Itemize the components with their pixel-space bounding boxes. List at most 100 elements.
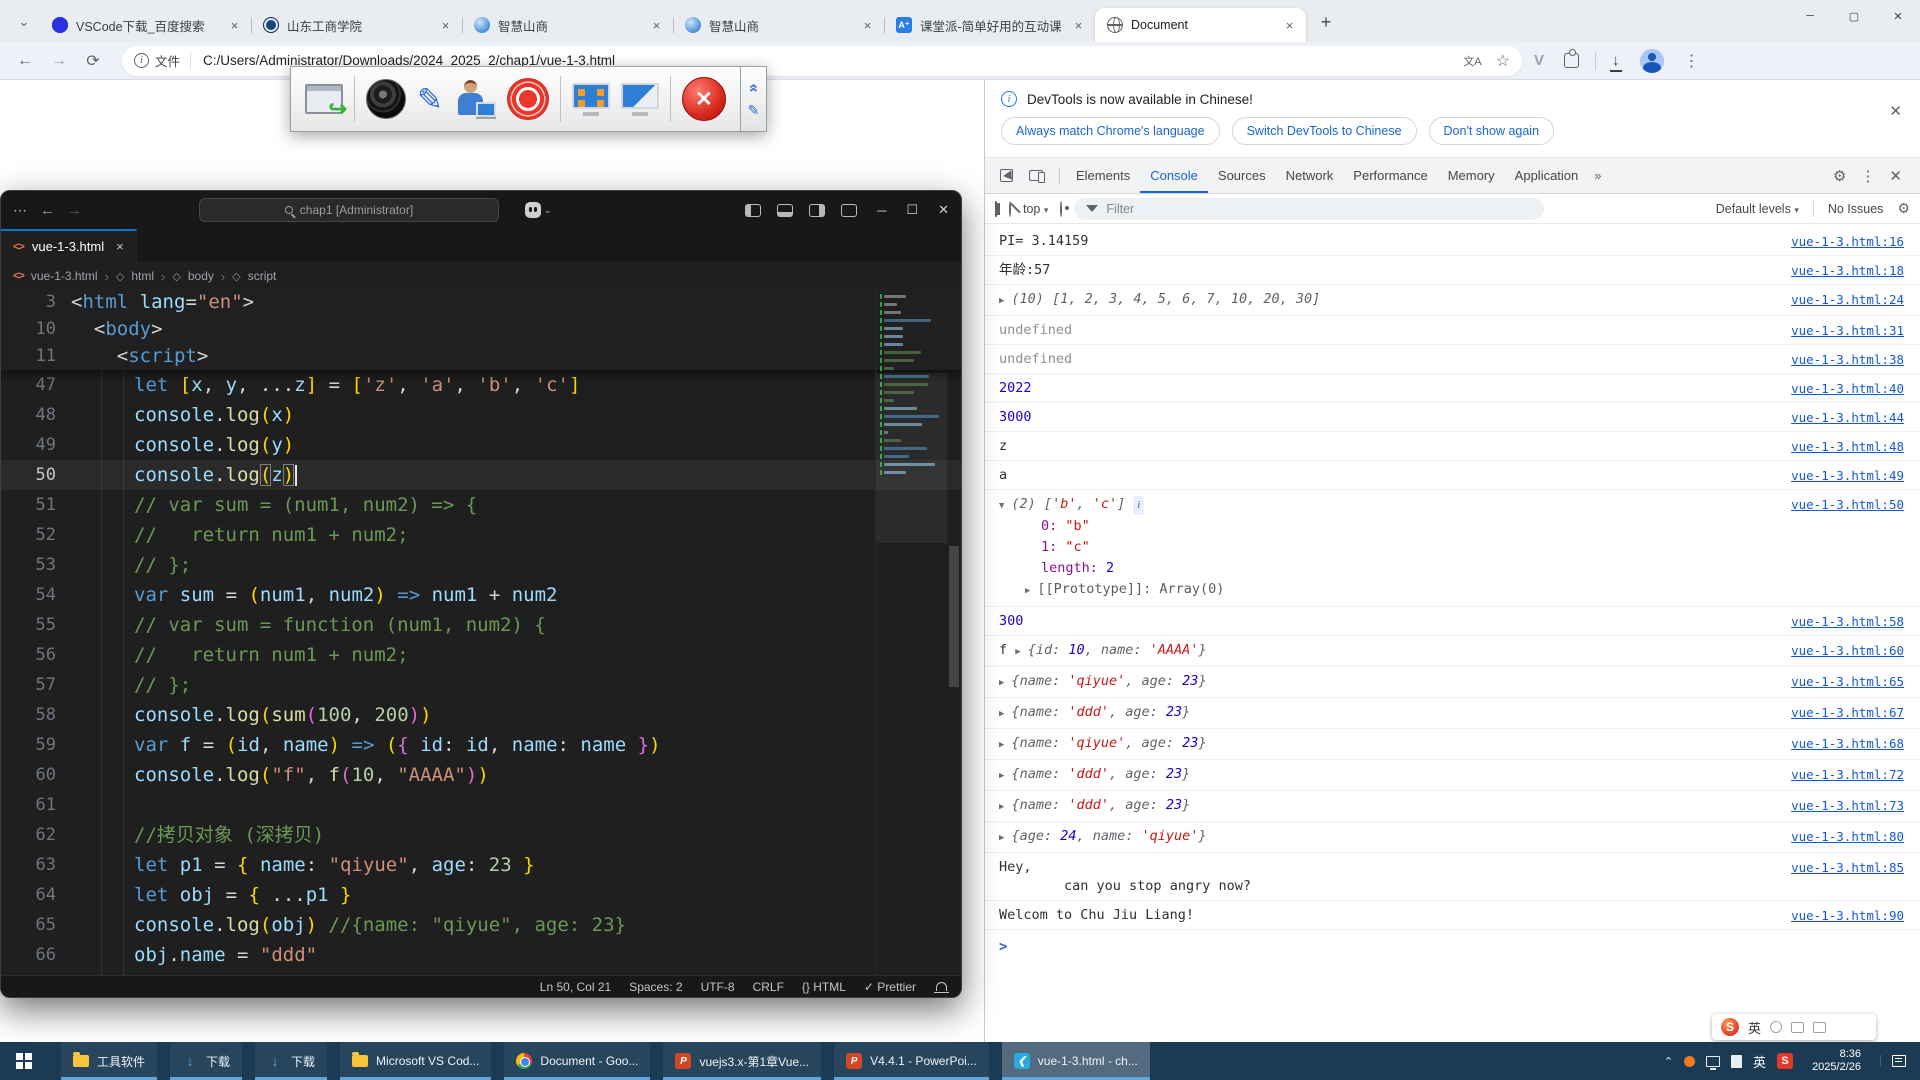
ime-moon-icon[interactable]: [1770, 1021, 1782, 1033]
copilot-icon[interactable]: ⌄: [525, 202, 552, 218]
banner-close-icon[interactable]: ✕: [1889, 102, 1902, 120]
source-link[interactable]: vue-1-3.html:18: [1791, 261, 1904, 280]
pencil-button[interactable]: ✎: [417, 84, 443, 115]
expand-caret-icon[interactable]: ▶: [999, 736, 1004, 755]
sogou-logo-icon[interactable]: S: [1721, 1018, 1739, 1036]
toggle-secondary-sidebar-icon[interactable]: [809, 204, 825, 217]
console-settings-gear-icon[interactable]: ⚙: [1897, 200, 1910, 217]
vscode-maximize-button[interactable]: ☐: [906, 202, 918, 218]
scrollbar-thumb[interactable]: [949, 546, 959, 687]
taskbar-clock[interactable]: 8:362025/2/26: [1804, 1048, 1869, 1074]
source-link[interactable]: vue-1-3.html:48: [1791, 437, 1904, 456]
status-item[interactable]: {} HTML: [802, 980, 846, 994]
vscode-menu-icon[interactable]: ⋯: [13, 202, 28, 219]
extensions-puzzle-icon[interactable]: [1564, 53, 1579, 68]
taskbar-item[interactable]: Microsoft VS Cod...: [340, 1042, 491, 1080]
sogou-tray-icon[interactable]: S: [1777, 1053, 1793, 1069]
back-button[interactable]: ←: [10, 46, 40, 76]
browser-tab[interactable]: Document×: [1095, 8, 1306, 42]
expand-caret-icon[interactable]: ▶: [999, 674, 1004, 693]
source-link[interactable]: vue-1-3.html:80: [1791, 827, 1904, 846]
source-link[interactable]: vue-1-3.html:68: [1791, 734, 1904, 753]
devtools-close-icon[interactable]: ✕: [1889, 167, 1902, 185]
tab-close-icon[interactable]: ×: [226, 17, 243, 34]
ime-language-toggle[interactable]: 英: [1748, 1018, 1761, 1037]
ime-toolbox-icon[interactable]: [1813, 1022, 1826, 1033]
lens-button[interactable]: [366, 79, 406, 119]
inspect-element-icon[interactable]: [993, 164, 1019, 188]
browser-tab[interactable]: 山东工商学院×: [251, 8, 462, 42]
tab-close-icon[interactable]: ×: [437, 17, 454, 34]
code-editor[interactable]: 3<html lang="en">10 <body>11 <script> 47…: [1, 289, 961, 975]
status-item[interactable]: ✓ Prettier: [864, 980, 916, 994]
console-sidebar-icon[interactable]: [995, 202, 997, 216]
breadcrumb-item[interactable]: script: [248, 269, 277, 283]
tab-close-icon[interactable]: ×: [859, 17, 876, 34]
source-link[interactable]: vue-1-3.html:38: [1791, 350, 1904, 369]
devtools-splitter[interactable]: [984, 80, 985, 1042]
status-item[interactable]: UTF-8: [701, 980, 735, 994]
source-link[interactable]: vue-1-3.html:85: [1791, 858, 1904, 877]
expand-caret-icon[interactable]: ▶: [999, 292, 1004, 311]
devtools-tab-sources[interactable]: Sources: [1208, 158, 1276, 193]
devtools-tab-performance[interactable]: Performance: [1343, 158, 1437, 193]
recorder-collapse-handle[interactable]: » ✎: [741, 66, 767, 132]
toggle-sidebar-icon[interactable]: [745, 204, 761, 217]
minimap[interactable]: [875, 289, 947, 975]
vscode-close-button[interactable]: ✕: [938, 202, 949, 218]
device-toolbar-icon[interactable]: [1023, 164, 1049, 188]
toggle-panel-icon[interactable]: [777, 204, 793, 217]
tab-search-icon[interactable]: ⌄: [10, 8, 38, 36]
site-info-icon[interactable]: i: [134, 53, 149, 68]
bookmark-star-icon[interactable]: ☆: [1496, 51, 1510, 71]
breadcrumb-item[interactable]: html: [131, 269, 154, 283]
browser-tab[interactable]: VSCode下载_百度搜索×: [40, 8, 251, 42]
source-link[interactable]: vue-1-3.html:50: [1791, 495, 1904, 514]
source-link[interactable]: vue-1-3.html:49: [1791, 466, 1904, 485]
translate-icon[interactable]: 文A: [1463, 53, 1481, 69]
devtools-tab-application[interactable]: Application: [1505, 158, 1589, 193]
source-link[interactable]: vue-1-3.html:44: [1791, 408, 1904, 427]
source-link[interactable]: vue-1-3.html:16: [1791, 232, 1904, 251]
tab-close-icon[interactable]: ×: [1070, 17, 1087, 34]
editor-scrollbar[interactable]: [947, 289, 961, 975]
chrome-menu-icon[interactable]: ⋮: [1684, 51, 1700, 71]
breadcrumb-item[interactable]: vue-1-3.html: [31, 269, 98, 283]
taskbar-item[interactable]: ↓下载: [170, 1042, 242, 1080]
reload-button[interactable]: ⟳: [78, 46, 108, 76]
banner-pill-button[interactable]: Switch DevTools to Chinese: [1232, 117, 1417, 145]
clear-console-icon[interactable]: [1009, 202, 1011, 216]
start-button[interactable]: [0, 1042, 48, 1080]
expand-caret-icon[interactable]: ▶: [1025, 582, 1030, 601]
taskbar-item[interactable]: Document - Goo...: [504, 1042, 650, 1080]
source-link[interactable]: vue-1-3.html:40: [1791, 379, 1904, 398]
vscode-command-search[interactable]: chap1 [Administrator]: [199, 198, 499, 222]
expand-caret-icon[interactable]: ▶: [999, 829, 1004, 848]
source-link[interactable]: vue-1-3.html:65: [1791, 672, 1904, 691]
record-button[interactable]: [507, 78, 549, 120]
eye-watch-icon[interactable]: [1060, 202, 1062, 216]
region-capture-button[interactable]: [621, 83, 659, 116]
source-link[interactable]: vue-1-3.html:24: [1791, 290, 1904, 309]
expand-caret-icon[interactable]: ▶: [999, 798, 1004, 817]
browser-tab[interactable]: A⁺课堂派-简单好用的互动课堂管理×: [884, 8, 1095, 42]
console-prompt[interactable]: >: [985, 930, 1920, 964]
banner-pill-button[interactable]: Always match Chrome's language: [1001, 117, 1220, 145]
devtools-settings-gear-icon[interactable]: ⚙: [1833, 167, 1846, 185]
window-maximize-button[interactable]: ▢: [1832, 0, 1876, 32]
vscode-minimize-button[interactable]: ─: [877, 203, 886, 218]
source-link[interactable]: vue-1-3.html:90: [1791, 906, 1904, 925]
profile-avatar[interactable]: [1640, 49, 1664, 73]
vscode-back-icon[interactable]: ←: [40, 202, 55, 219]
devtools-tab-network[interactable]: Network: [1276, 158, 1344, 193]
tab-close-icon[interactable]: ×: [1281, 17, 1298, 34]
status-item[interactable]: Spaces: 2: [629, 980, 682, 994]
action-center-button[interactable]: [1880, 1055, 1916, 1067]
taskbar-item[interactable]: Pvuejs3.x-第1章Vue...: [663, 1042, 821, 1080]
forward-button[interactable]: →: [44, 46, 74, 76]
breadcrumb-item[interactable]: body: [188, 269, 214, 283]
source-link[interactable]: vue-1-3.html:72: [1791, 765, 1904, 784]
devtools-tab-elements[interactable]: Elements: [1066, 158, 1140, 193]
default-levels-dropdown[interactable]: Default levels ▾: [1716, 202, 1799, 216]
window-minimize-button[interactable]: ─: [1788, 0, 1832, 32]
